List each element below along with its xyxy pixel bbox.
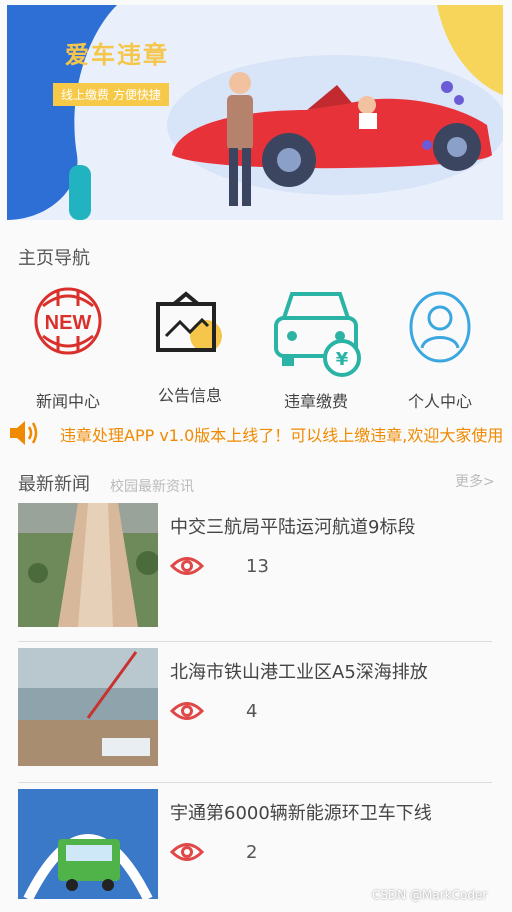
news-thumbnail xyxy=(18,503,158,627)
nav-item-label: 个人中心 xyxy=(407,392,472,411)
nav-item-label: 违章缴费 xyxy=(283,392,348,411)
news-list-item[interactable]: 北海市铁山港工业区A5深海排放 4 xyxy=(18,648,492,774)
views-eye-icon xyxy=(170,843,204,861)
news-thumbnail xyxy=(18,789,158,899)
news-icon: NEW xyxy=(34,287,102,355)
views-eye-icon xyxy=(170,702,204,720)
nav-item-label: 新闻中心 xyxy=(35,392,100,411)
speaker-icon xyxy=(10,421,38,445)
nav-item-profile[interactable]: 个人中心 xyxy=(380,282,500,412)
news-view-count: 4 xyxy=(246,701,258,722)
banner-subtitle: 线上缴费 方便快捷 xyxy=(53,83,169,106)
news-section-title: 最新新闻 xyxy=(18,474,90,495)
nav-item-announcements[interactable]: 公告信息 xyxy=(130,282,250,412)
nav-item-label: 公告信息 xyxy=(157,386,222,405)
notice-marquee[interactable]: 违章处理APP v1.0版本上线了！可以线上缴违章,欢迎大家使用 xyxy=(0,414,512,452)
svg-text:¥: ¥ xyxy=(336,349,349,370)
nav-section-title: 主页导航 xyxy=(18,248,90,269)
news-section-subtitle: 校园最新资讯 xyxy=(110,479,194,495)
notice-text: 违章处理APP v1.0版本上线了！可以线上缴违章,欢迎大家使用 xyxy=(60,426,504,445)
views-eye-icon xyxy=(170,557,204,575)
news-thumbnail xyxy=(18,648,158,766)
news-headline: 北海市铁山港工业区A5深海排放 xyxy=(170,662,428,683)
news-headline: 宇通第6000辆新能源环卫车下线 xyxy=(170,803,432,824)
user-profile-icon xyxy=(409,291,471,363)
hero-banner: 爱车违章 线上缴费 方便快捷 xyxy=(7,5,503,220)
news-view-count: 13 xyxy=(246,556,269,577)
home-nav-grid: NEW 新闻中心 公告信息 ¥ 违章缴费 个人中心 xyxy=(0,282,512,412)
banner-title: 爱车违章 xyxy=(65,41,169,69)
announcement-icon xyxy=(156,291,222,352)
news-divider xyxy=(18,782,492,783)
svg-text:NEW: NEW xyxy=(45,312,92,334)
news-view-count: 2 xyxy=(246,842,258,863)
news-headline: 中交三航局平陆运河航道9标段 xyxy=(170,517,416,538)
nav-item-violation-payment[interactable]: ¥ 违章缴费 xyxy=(256,282,376,412)
nav-item-news[interactable]: NEW 新闻中心 xyxy=(8,282,128,412)
news-list-item[interactable]: 中交三航局平陆运河航道9标段 13 xyxy=(18,503,492,629)
news-divider xyxy=(18,641,492,642)
watermark: CSDN @MarkCoder xyxy=(372,888,488,902)
violation-payment-icon: ¥ xyxy=(274,292,361,377)
news-more-link[interactable]: 更多> xyxy=(455,471,495,491)
